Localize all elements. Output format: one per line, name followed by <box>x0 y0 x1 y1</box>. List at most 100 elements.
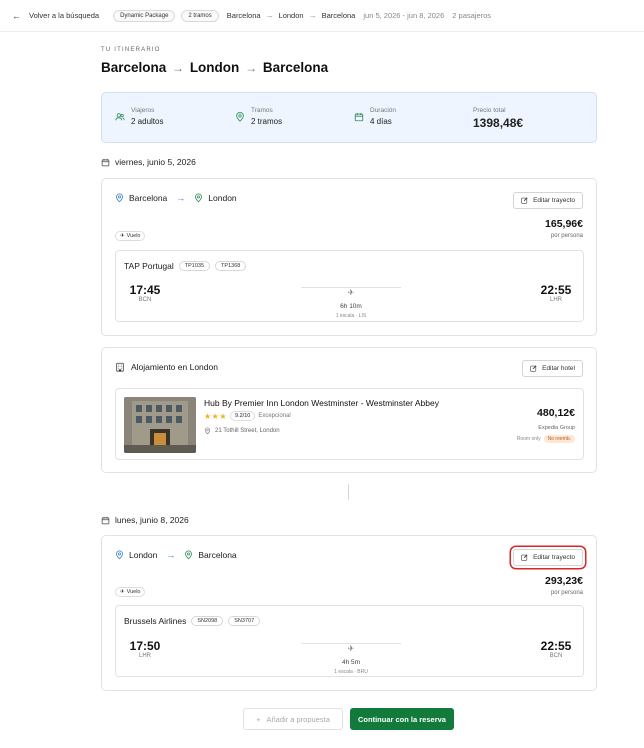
add-to-proposal-label: Añadir a propuesta <box>266 714 330 724</box>
flight-type-badge: ✈ Vuelo <box>115 231 146 241</box>
map-pin-icon <box>185 550 193 560</box>
arrow-right-icon: → <box>166 550 176 560</box>
flight-card-return: London → Barcelona Editar trayecto ✈ Vue… <box>101 535 597 691</box>
arrow-left-icon: ← <box>12 10 21 21</box>
flight-airline-row: TAP Portugal TP1035 TP1368 <box>124 261 247 271</box>
flight-origin: Barcelona <box>129 193 168 203</box>
flight-type-label: Vuelo <box>126 589 141 595</box>
arrival-airport: BCN <box>549 653 563 659</box>
topbar-city-origin: Barcelona <box>226 11 261 20</box>
back-link[interactable]: ← Volver a la búsqueda <box>12 11 99 21</box>
map-pin-icon <box>204 427 211 435</box>
map-pin-icon <box>195 193 203 203</box>
summary-travelers-label: Viajeros <box>131 107 155 114</box>
package-badge: Dynamic Package <box>113 9 176 22</box>
refund-badge: No reemb. <box>543 435 575 443</box>
summary-price-label: Precio total <box>473 107 506 114</box>
hotel-price: 480,12€ <box>537 407 575 419</box>
flight-card-outbound: Barcelona → London Editar trayecto ✈ Vue… <box>101 178 597 336</box>
arrival-time: 22:55 <box>540 639 572 653</box>
flight-duration-info: ✈ 4h 5m 1 escala · BRU <box>276 638 426 675</box>
hotel-name: Hub By Premier Inn London Westminster - … <box>204 398 439 408</box>
arrow-right-icon: → <box>172 61 185 75</box>
hotel-address: 21 Tothill Street, London <box>215 428 280 434</box>
flight-segment: Brussels Airlines SN2098 SN3707 17:50 LH… <box>115 605 584 677</box>
summary-legs-label: Tramos <box>251 107 273 114</box>
topbar-city-destination: London <box>278 11 304 20</box>
flight-code: TP1035 <box>178 261 211 271</box>
hotel-photo <box>124 397 196 453</box>
flight-destination: London <box>208 193 237 203</box>
summary-duration-label: Duración <box>370 107 397 114</box>
flight-code: TP1368 <box>215 261 247 271</box>
summary-travelers-value: 2 adultos <box>131 117 164 126</box>
arrow-right-icon: → <box>308 11 317 20</box>
flight-airline-row: Brussels Airlines SN2098 SN3707 <box>124 616 261 626</box>
title-city-origin: Barcelona <box>101 60 167 75</box>
topbar-dates: jun 5, 2026 - jun 8, 2026 <box>363 11 445 20</box>
summary-legs-value: 2 tramos <box>251 117 283 126</box>
plus-icon: + <box>256 714 261 724</box>
map-pin-icon <box>236 112 244 122</box>
departure-time: 17:45 <box>129 283 161 297</box>
hotel-item[interactable]: Hub By Premier Inn London Westminster - … <box>115 388 584 460</box>
summary-duration-value: 4 días <box>370 117 392 126</box>
day1-date-heading: viernes, junio 5, 2026 <box>101 157 196 167</box>
summary-total-price: Precio total 1398,48€ <box>473 107 523 130</box>
building-icon <box>116 362 124 372</box>
top-bar: ← Volver a la búsqueda Dynamic Package 2… <box>0 0 644 32</box>
departure-airport: LHR <box>138 653 151 659</box>
hotel-section-label: Alojamiento en London <box>131 362 218 372</box>
hotel-address-row: 21 Tothill Street, London <box>204 427 280 435</box>
departure-time: 17:50 <box>129 639 161 653</box>
plane-icon: ✈ <box>120 233 125 239</box>
flight-duration-info: ✈ 6h 10m 1 escala · LIS <box>276 282 426 319</box>
flight-price-per-person: por persona <box>550 233 583 239</box>
edit-icon <box>530 365 537 372</box>
calendar-icon <box>101 516 110 524</box>
users-icon <box>115 113 125 121</box>
flight-route: London → Barcelona <box>115 550 237 560</box>
plane-icon: ✈ <box>344 288 358 297</box>
continue-booking-button[interactable]: Continuar con la reserva <box>350 708 454 730</box>
star-icon: ★★★ <box>204 411 228 421</box>
edit-route-label: Editar trayecto <box>533 197 575 204</box>
title-city-return: Barcelona <box>262 60 329 75</box>
flight-stops: 1 escala · BRU <box>334 669 368 675</box>
flight-type-label: Vuelo <box>126 233 141 239</box>
flight-price: 165,96€ <box>545 218 583 230</box>
topbar-passengers: 2 pasajeros <box>452 11 492 20</box>
legs-badge: 2 tramos <box>181 9 219 22</box>
hotel-board: Room only <box>516 436 541 442</box>
flight-duration: 4h 5m <box>341 659 361 666</box>
itinerary-kicker: TU ITINERARIO <box>101 47 161 53</box>
plane-icon: ✈ <box>120 589 125 595</box>
departure-airport: BCN <box>138 297 152 303</box>
arrival-airport: LHR <box>549 297 562 303</box>
calendar-icon <box>354 113 364 122</box>
calendar-icon <box>101 158 110 166</box>
arrow-right-icon: → <box>176 193 186 203</box>
arrival-time: 22:55 <box>540 283 572 297</box>
map-pin-icon <box>116 193 123 203</box>
edit-hotel-label: Editar hotel <box>542 365 575 372</box>
hotel-rating-text: Excepcional <box>258 413 291 419</box>
day2-date-heading: lunes, junio 8, 2026 <box>101 515 189 525</box>
edit-route-button[interactable]: Editar trayecto <box>513 192 583 209</box>
edit-route-button[interactable]: Editar trayecto <box>513 549 583 566</box>
edit-hotel-button[interactable]: Editar hotel <box>522 360 583 377</box>
day1-date: viernes, junio 5, 2026 <box>115 157 196 167</box>
airline-name: TAP Portugal <box>124 261 174 271</box>
add-to-proposal-button[interactable]: + Añadir a propuesta <box>243 708 343 730</box>
arrow-right-icon: → <box>245 61 258 75</box>
hotel-card: Alojamiento en London Editar hotel Hub B… <box>101 347 597 473</box>
summary-duration: Duración 4 días <box>354 107 396 126</box>
flight-code: SN3707 <box>228 616 261 626</box>
edit-route-label: Editar trayecto <box>533 554 575 561</box>
topbar-city-return: Barcelona <box>321 11 356 20</box>
hotel-conditions: Room only No reemb. <box>517 435 575 443</box>
arrow-right-icon: → <box>265 11 274 20</box>
flight-duration: 6h 10m <box>340 303 362 310</box>
summary-travelers: Viajeros 2 adultos <box>115 107 163 126</box>
hotel-rating: 9.2/10 <box>230 411 256 421</box>
